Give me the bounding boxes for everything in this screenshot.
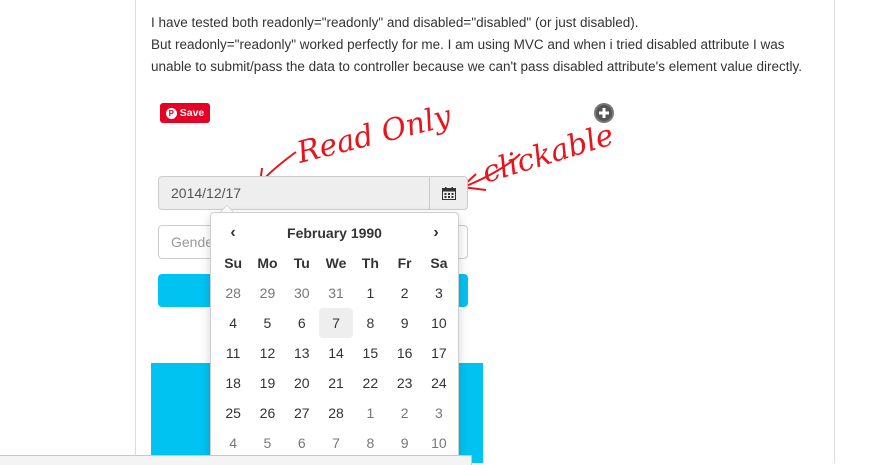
day-cell[interactable]: 17 (422, 338, 456, 368)
day-cell[interactable]: 29 (250, 278, 284, 308)
day-cell[interactable]: 25 (216, 398, 250, 428)
day-cell[interactable]: 19 (250, 368, 284, 398)
day-cell[interactable]: 30 (285, 278, 319, 308)
datepicker-days-grid: Su Mo Tu We Th Fr Sa 28 29 30 31 1 2 3 4 5 6 7 8 9 10 11 12 13 1… (216, 248, 456, 458)
day-cell[interactable]: 18 (216, 368, 250, 398)
weekday-header: Su (224, 255, 243, 271)
day-cell[interactable]: 1 (353, 278, 387, 308)
day-cell[interactable]: 2 (387, 398, 421, 428)
day-cell[interactable]: 1 (353, 398, 387, 428)
date-input[interactable]: 2014/12/17 (158, 176, 430, 210)
weekday-header: Mo (257, 255, 278, 271)
day-cell[interactable]: 21 (319, 368, 353, 398)
day-cell[interactable]: 13 (285, 338, 319, 368)
day-cell[interactable]: 2 (387, 278, 421, 308)
day-cell[interactable]: 15 (353, 338, 387, 368)
day-cell[interactable]: 3 (422, 398, 456, 428)
day-cell[interactable]: 10 (422, 428, 456, 458)
day-cell[interactable]: 24 (422, 368, 456, 398)
day-cell[interactable]: 7 (319, 428, 353, 458)
day-cell[interactable]: 5 (250, 308, 284, 338)
weekday-header: Fr (397, 255, 412, 271)
day-cell[interactable]: 12 (250, 338, 284, 368)
datepicker-month-title[interactable]: February 1990 (250, 225, 419, 241)
annotation-read-only: Read Only (292, 98, 455, 171)
next-month-button[interactable]: › (419, 224, 453, 242)
day-cell[interactable]: 3 (422, 278, 456, 308)
day-cell[interactable]: 20 (285, 368, 319, 398)
weekday-header: We (325, 255, 347, 271)
day-cell[interactable]: 9 (387, 428, 421, 458)
datepicker-popup: ‹ February 1990 › Su Mo Tu We Th Fr Sa 28 29 30 31… (210, 212, 459, 463)
day-cell[interactable]: 14 (319, 338, 353, 368)
day-cell[interactable]: 26 (250, 398, 284, 428)
day-cell[interactable]: 8 (353, 308, 387, 338)
weekday-header: Th (361, 255, 379, 271)
calendar-icon (441, 186, 456, 200)
prev-month-button[interactable]: ‹ (216, 224, 250, 242)
weekday-header: Tu (293, 255, 310, 271)
datepicker-header: ‹ February 1990 › (216, 219, 453, 247)
calendar-button[interactable] (429, 176, 468, 210)
day-cell[interactable]: 23 (387, 368, 421, 398)
day-cell[interactable]: 28 (216, 278, 250, 308)
day-cell[interactable]: 6 (285, 428, 319, 458)
day-cell[interactable]: 11 (216, 338, 250, 368)
day-cell[interactable]: 8 (353, 428, 387, 458)
browser-status-bar (0, 455, 472, 465)
day-cell[interactable]: 9 (387, 308, 421, 338)
annotation-clickable: clickable (478, 118, 618, 191)
day-cell[interactable]: 6 (285, 308, 319, 338)
day-cell[interactable]: 10 (422, 308, 456, 338)
day-cell[interactable]: 27 (285, 398, 319, 428)
day-cell[interactable]: 16 (387, 338, 421, 368)
weekday-header: Sa (430, 255, 448, 271)
day-cell[interactable]: 28 (319, 398, 353, 428)
day-cell[interactable]: 31 (319, 278, 353, 308)
day-cell[interactable]: 22 (353, 368, 387, 398)
day-cell[interactable]: 5 (250, 428, 284, 458)
day-cell[interactable]: 4 (216, 308, 250, 338)
day-cell-highlighted[interactable]: 7 (318, 308, 354, 338)
day-cell[interactable]: 4 (216, 428, 250, 458)
